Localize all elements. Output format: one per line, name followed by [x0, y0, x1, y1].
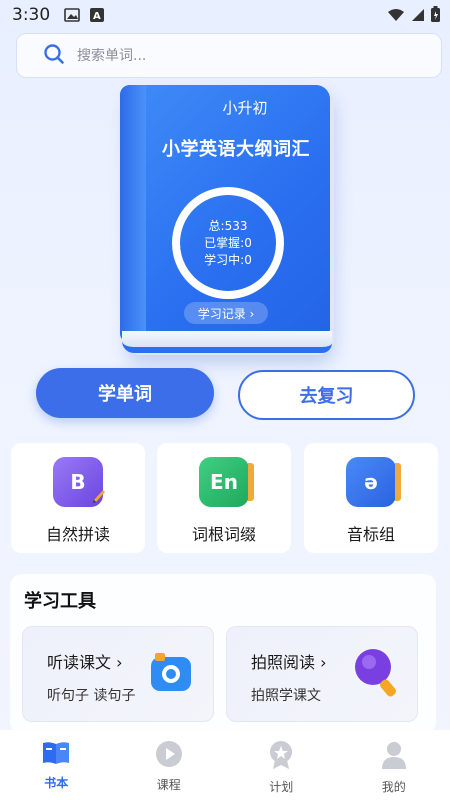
status-time: 3:30	[12, 5, 51, 25]
tool-title: 听读课文 ›	[47, 653, 123, 672]
book-icon	[41, 740, 71, 770]
tab-label: 计划	[269, 780, 294, 794]
stat-mastered: 已掌握: 0	[204, 235, 252, 250]
phonetic-icon: ə	[346, 457, 401, 507]
stat-learning: 学习中: 0	[204, 252, 252, 267]
magnifier-icon	[349, 643, 405, 707]
gallery-icon	[64, 8, 80, 22]
camera-icon	[147, 649, 195, 701]
feature-label: 自然拼读	[45, 525, 110, 544]
tool-listen-read[interactable]: 听读课文 › 听句子 读句子	[22, 626, 214, 722]
tab-label: 我的	[381, 780, 406, 794]
play-icon	[155, 740, 183, 772]
status-bar: 3:30 A	[0, 0, 450, 30]
progress-ring: 总: 533 已掌握: 0 学习中: 0	[172, 187, 284, 299]
feature-phonetic[interactable]: ə 音标组	[304, 443, 438, 553]
learn-words-button[interactable]: 学单词	[36, 368, 214, 418]
feature-phonics[interactable]: B 自然拼读	[11, 443, 145, 553]
feature-word-root[interactable]: En 词根词缀	[157, 443, 291, 553]
book-grade: 小升初	[222, 99, 268, 117]
medal-icon	[267, 740, 295, 774]
tab-mine[interactable]: 我的	[338, 730, 450, 800]
feature-label: 音标组	[346, 525, 395, 544]
tool-subtitle: 听句子 读句子	[47, 688, 136, 704]
tab-book[interactable]: 书本	[0, 730, 113, 800]
tab-course[interactable]: 课程	[113, 730, 226, 800]
battery-icon	[431, 6, 440, 27]
tab-plan[interactable]: 计划	[225, 730, 338, 800]
search-bar[interactable]	[16, 33, 442, 78]
tool-title: 拍照阅读 ›	[251, 653, 327, 672]
svg-text:A: A	[93, 11, 101, 22]
profile-icon	[380, 740, 408, 774]
wifi-icon	[387, 7, 405, 27]
tab-label: 课程	[156, 778, 181, 792]
book-bottom-edge	[122, 331, 332, 353]
search-input[interactable]	[77, 47, 377, 64]
tool-photo-read[interactable]: 拍照阅读 › 拍照学课文	[226, 626, 418, 722]
word-root-icon: En	[199, 457, 254, 507]
book-title: 小学英语大纲词汇	[162, 139, 310, 160]
font-a-icon: A	[90, 8, 105, 22]
signal-icon	[411, 7, 425, 27]
phonics-icon: B	[53, 457, 105, 507]
book-spine	[120, 85, 146, 343]
learning-tools-section: 学习工具 听读课文 › 听句子 读句子 拍照阅读 › 拍照学课文	[10, 574, 436, 734]
tool-subtitle: 拍照学课文	[251, 688, 321, 704]
study-record-button[interactable]: 学习记录 ›	[184, 302, 268, 324]
review-button[interactable]: 去复习	[238, 370, 415, 420]
wordbook-card[interactable]: 小升初 小学英语大纲词汇 总: 533 已掌握: 0 学习中: 0 学习记录 ›	[120, 85, 336, 357]
stat-total: 总: 533	[208, 218, 248, 233]
section-title: 学习工具	[24, 591, 96, 612]
search-icon	[43, 43, 65, 69]
feature-label: 词根词缀	[191, 525, 256, 544]
bottom-tab-bar: 书本 课程 计划 我的	[0, 730, 450, 800]
tab-label: 书本	[44, 776, 69, 790]
